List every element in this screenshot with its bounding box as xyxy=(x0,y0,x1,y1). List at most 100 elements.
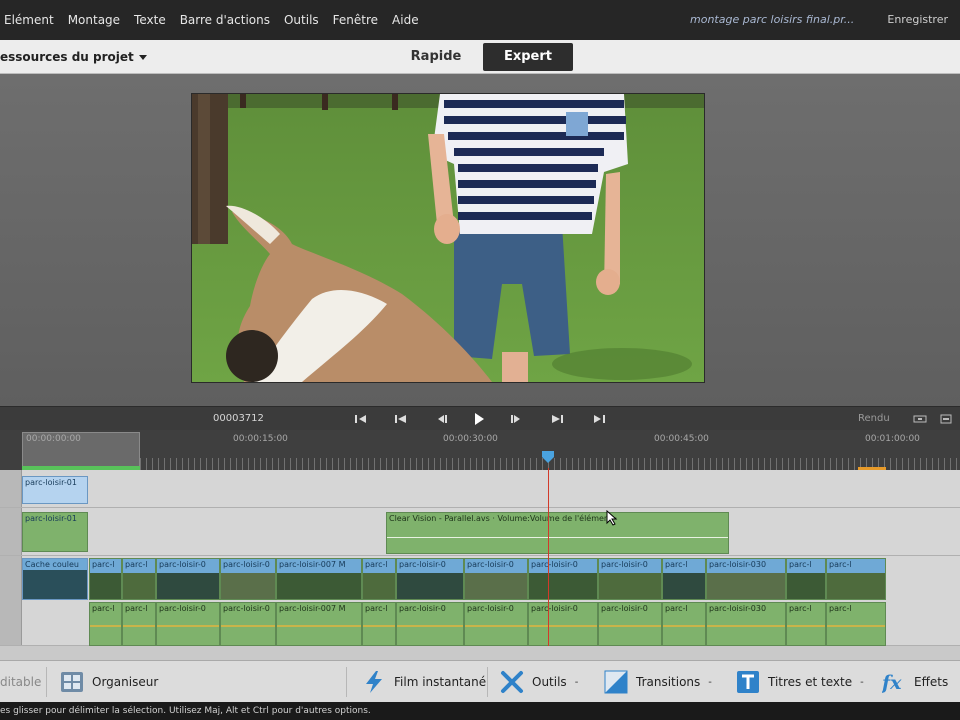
menu-outils[interactable]: Outils xyxy=(277,0,326,40)
volume-line[interactable] xyxy=(90,625,121,627)
clip-thumbnail xyxy=(599,573,661,599)
go-to-out-button[interactable] xyxy=(588,411,608,427)
volume-line[interactable] xyxy=(157,625,219,627)
volume-line[interactable] xyxy=(529,625,597,627)
video-clip[interactable]: parc-l xyxy=(362,558,396,600)
track-header xyxy=(0,470,22,507)
audio-clip[interactable]: parc-l xyxy=(826,602,886,646)
tools-button[interactable]: Outils - xyxy=(500,661,578,703)
volume-line[interactable] xyxy=(599,625,661,627)
menu-element[interactable]: Elément xyxy=(0,0,61,40)
instant-movie-button[interactable]: Film instantané xyxy=(362,661,486,703)
save-button[interactable]: Enregistrer xyxy=(887,0,948,40)
video-track-1[interactable]: Cache couleu parc-l parc-l parc-loisir-0 pa… xyxy=(0,556,960,602)
volume-line[interactable] xyxy=(787,625,825,627)
go-to-in-button[interactable] xyxy=(352,411,372,427)
fx-icon: fx xyxy=(882,670,906,694)
volume-line[interactable] xyxy=(277,625,361,627)
clip-thumbnail xyxy=(90,573,121,599)
volume-line[interactable] xyxy=(123,625,155,627)
volume-line[interactable] xyxy=(221,625,275,627)
play-button[interactable] xyxy=(469,411,489,427)
menu-barre-actions[interactable]: Barre d'actions xyxy=(173,0,277,40)
audio-clip[interactable]: parc-l xyxy=(89,602,122,646)
time-ruler[interactable]: 00:00:00:00 00:00:15:00 00:00:30:00 00:0… xyxy=(0,430,960,470)
video-preview[interactable] xyxy=(191,93,705,383)
volume-line[interactable] xyxy=(663,625,705,627)
clip-label: parc-l xyxy=(663,559,705,573)
effects-button[interactable]: fx Effets xyxy=(882,661,948,703)
video-clip[interactable]: parc-loisir-0 xyxy=(598,558,662,600)
video-clip[interactable]: parc-l xyxy=(89,558,122,600)
color-matte-clip[interactable]: Cache couleu xyxy=(22,558,88,600)
playhead-line[interactable] xyxy=(548,468,549,646)
project-assets-dropdown[interactable]: essources du projet xyxy=(0,40,147,74)
video-clip[interactable]: parc-loisir-0 xyxy=(220,558,276,600)
audio-track-1[interactable]: parc-l parc-l parc-loisir-0 parc-loisir-0 pa… xyxy=(0,602,960,646)
audio-clip[interactable]: parc-loisir-0 xyxy=(156,602,220,646)
ruler-label: 00:00:30:00 xyxy=(443,434,498,444)
zoom-timeline-button[interactable] xyxy=(910,411,930,427)
volume-line[interactable] xyxy=(465,625,527,627)
timeline-panel[interactable]: 00:00:00:00 00:00:15:00 00:00:30:00 00:0… xyxy=(0,430,960,660)
previous-edit-button[interactable] xyxy=(391,411,411,427)
video-clip[interactable]: parc-loisir-007 M xyxy=(276,558,362,600)
audio-clip[interactable]: parc-loisir-0 xyxy=(220,602,276,646)
effect-clip[interactable]: Clear Vision - Parallel.avs · Volume:Vol… xyxy=(386,512,729,554)
video-track-2[interactable]: parc-loisir-01 xyxy=(0,470,960,508)
video-clip[interactable]: parc-loisir-0 xyxy=(156,558,220,600)
clip-thumbnail xyxy=(221,573,275,599)
clip-thumbnail xyxy=(787,573,825,599)
menu-montage[interactable]: Montage xyxy=(61,0,127,40)
frame-forward-icon xyxy=(511,415,520,423)
video-clip[interactable]: parc-loisir-0 xyxy=(396,558,464,600)
video-clip[interactable]: parc-l xyxy=(826,558,886,600)
menu-fenetre[interactable]: Fenêtre xyxy=(326,0,385,40)
video-clip[interactable]: parc-loisir-0 xyxy=(528,558,598,600)
volume-line[interactable] xyxy=(363,625,395,627)
clip-label: parc-loisir-0 xyxy=(467,604,514,613)
volume-line[interactable] xyxy=(827,625,885,627)
timeline-options-button[interactable] xyxy=(936,411,956,427)
playhead-marker-icon[interactable] xyxy=(541,448,555,463)
video-clip[interactable]: parc-l xyxy=(662,558,706,600)
titles-text-button[interactable]: Titres et texte - xyxy=(736,661,864,703)
undo-partial[interactable]: ditable xyxy=(0,661,41,703)
audio-clip[interactable]: parc-loisir-0 xyxy=(396,602,464,646)
menu-texte[interactable]: Texte xyxy=(127,0,173,40)
audio-clip[interactable]: parc-loisir-0 xyxy=(528,602,598,646)
video-clip[interactable]: parc-l xyxy=(786,558,826,600)
clip-thumbnail xyxy=(707,573,785,599)
audio-track-2[interactable]: parc-loisir-01 Clear Vision - Parallel.a… xyxy=(0,508,960,556)
audio-clip[interactable]: parc-l xyxy=(362,602,396,646)
render-button[interactable]: Rendu xyxy=(858,407,890,431)
clip-thumbnail xyxy=(397,573,463,599)
video-clip[interactable]: parc-loisir-030 xyxy=(706,558,786,600)
tab-quick[interactable]: Rapide xyxy=(396,43,476,71)
audio-clip[interactable]: parc-loisir-030 xyxy=(706,602,786,646)
step-forward-button[interactable] xyxy=(506,411,526,427)
video-clip[interactable]: parc-l xyxy=(122,558,156,600)
clip-thumbnail xyxy=(123,573,155,599)
volume-line[interactable] xyxy=(397,625,463,627)
video-clip[interactable]: parc-loisir-0 xyxy=(464,558,528,600)
audio-clip[interactable]: parc-loisir-01 xyxy=(22,512,88,552)
audio-clip[interactable]: parc-l xyxy=(786,602,826,646)
volume-line[interactable] xyxy=(707,625,785,627)
transport-controls: 00003712 Rendu xyxy=(0,406,960,430)
organizer-button[interactable]: Organiseur xyxy=(60,661,158,703)
instant-movie-label: Film instantané xyxy=(394,675,487,689)
tab-expert[interactable]: Expert xyxy=(483,43,573,71)
volume-line[interactable] xyxy=(387,537,728,538)
audio-clip[interactable]: parc-loisir-0 xyxy=(464,602,528,646)
audio-clip[interactable]: parc-loisir-0 xyxy=(598,602,662,646)
step-back-button[interactable] xyxy=(432,411,452,427)
audio-clip[interactable]: parc-l xyxy=(662,602,706,646)
mode-bar: essources du projet Rapide Expert xyxy=(0,40,960,74)
video-clip[interactable]: parc-loisir-01 xyxy=(22,476,88,504)
audio-clip[interactable]: parc-loisir-007 M xyxy=(276,602,362,646)
transitions-button[interactable]: Transitions - xyxy=(604,661,712,703)
menu-aide[interactable]: Aide xyxy=(385,0,426,40)
next-edit-button[interactable] xyxy=(547,411,567,427)
audio-clip[interactable]: parc-l xyxy=(122,602,156,646)
